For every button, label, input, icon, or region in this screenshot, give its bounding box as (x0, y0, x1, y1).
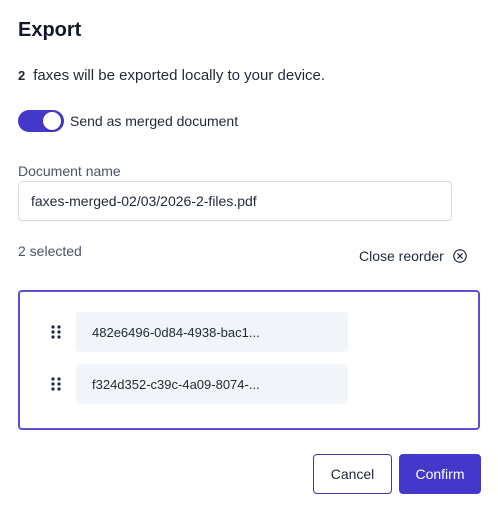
close-reorder-button[interactable]: Close reorder (359, 248, 467, 264)
reorder-item[interactable]: f324d352-c39c-4a09-8074-... (50, 364, 348, 404)
selected-count: 2 selected (18, 243, 82, 259)
confirm-button[interactable]: Confirm (399, 454, 481, 494)
reorder-list: 482e6496-0d84-4938-bac1... f324d352-c39c… (18, 290, 480, 430)
merge-toggle[interactable] (18, 110, 64, 132)
merge-toggle-row: Send as merged document (18, 110, 238, 132)
export-dialog: Export 2 faxes will be exported locally t… (0, 0, 498, 509)
dialog-title: Export (18, 19, 82, 41)
circle-x-icon (453, 249, 467, 263)
close-reorder-label: Close reorder (359, 248, 444, 264)
cancel-button[interactable]: Cancel (313, 454, 392, 494)
file-chip: f324d352-c39c-4a09-8074-... (76, 364, 348, 404)
toggle-knob (43, 112, 61, 130)
drag-handle-icon[interactable] (50, 377, 62, 391)
export-summary: 2 faxes will be exported locally to your … (18, 67, 325, 84)
fax-count: 2 (18, 68, 26, 83)
merge-toggle-label: Send as merged document (70, 113, 239, 129)
document-name-label: Document name (18, 163, 121, 179)
drag-handle-icon[interactable] (50, 325, 62, 339)
document-name-input[interactable] (18, 181, 452, 221)
reorder-item[interactable]: 482e6496-0d84-4938-bac1... (50, 312, 348, 352)
file-chip: 482e6496-0d84-4938-bac1... (76, 312, 348, 352)
summary-text: faxes will be exported locally to your d… (33, 67, 326, 84)
